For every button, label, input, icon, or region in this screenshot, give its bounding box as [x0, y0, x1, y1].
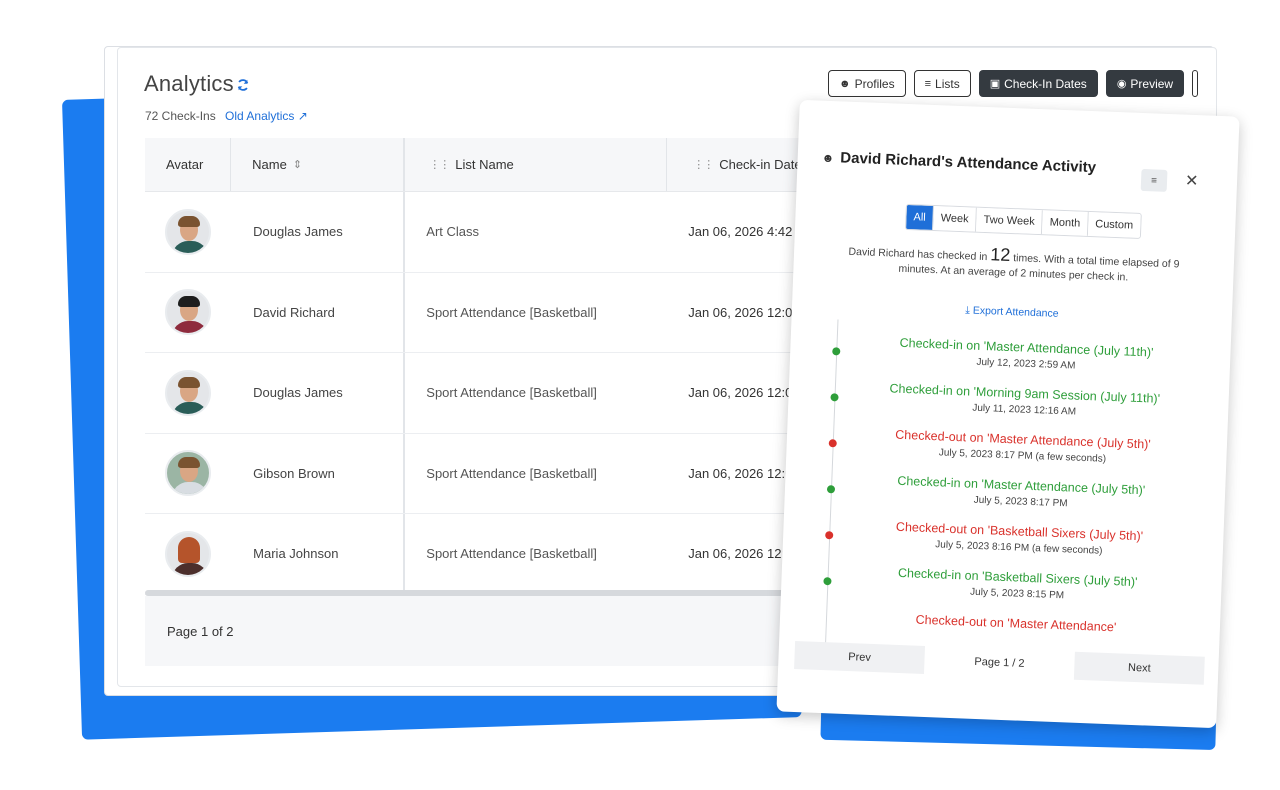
checked-in-dot-icon — [832, 347, 841, 356]
table-footer: Page 1 of 2 — [145, 596, 865, 666]
segment-all[interactable]: All — [906, 204, 935, 230]
avatar-cell — [145, 208, 231, 255]
checked-out-dot-icon — [825, 531, 834, 540]
next-button[interactable]: Next — [1073, 651, 1205, 685]
column-header-name[interactable]: Name ⇕ — [231, 138, 406, 191]
attendance-summary: David Richard has checked in 12 times. W… — [833, 241, 1194, 288]
checked-in-dot-icon — [826, 485, 836, 494]
table-row[interactable]: Maria Johnson Sport Attendance [Basketba… — [145, 514, 865, 595]
filter-icon: ≡ — [924, 77, 932, 90]
prev-button[interactable]: Prev — [794, 640, 926, 674]
list-cell: Sport Attendance [Basketball] — [426, 304, 597, 320]
timeline-item: Checked-in on 'Basketball Sixers (July 5… — [817, 563, 1198, 607]
table-row[interactable]: David Richard Sport Attendance [Basketba… — [145, 272, 865, 353]
timeline-item: Checked-in on 'Master Attendance (July 1… — [826, 333, 1207, 377]
close-icon[interactable]: ✕ — [1185, 171, 1199, 191]
avatar-cell — [145, 369, 231, 416]
column-header-list-name[interactable]: ⋮⋮ List Name — [405, 138, 668, 191]
eye-icon: ◉ — [1116, 78, 1127, 90]
segment-month[interactable]: Month — [1042, 210, 1089, 236]
sort-icon[interactable]: ⇕ — [293, 158, 302, 171]
list-cell: Sport Attendance [Basketball] — [426, 546, 597, 562]
drag-handle-icon[interactable]: ⋮⋮ — [429, 158, 450, 171]
table-row[interactable]: Gibson Brown Sport Attendance [Basketbal… — [145, 433, 865, 514]
page-indicator: Page 1 / 2 — [974, 655, 1025, 670]
column-header-list-name-label: List Name — [455, 157, 514, 172]
checkin-dates-button[interactable]: ▣ Check-In Dates — [978, 70, 1098, 97]
old-analytics-link[interactable]: Old Analytics ↗ — [225, 109, 308, 123]
download-icon: ⤓ — [965, 304, 971, 317]
activity-timeline: Checked-in on 'Master Attendance (July 1… — [815, 319, 1207, 663]
panel-title: David Richard's Attendance Activity — [840, 149, 1097, 177]
preview-button[interactable]: ◉ Preview — [1105, 70, 1185, 97]
checked-in-dot-icon — [830, 393, 839, 402]
column-header-name-label: Name — [252, 157, 287, 172]
checked-in-dot-icon — [823, 577, 832, 586]
name-cell: Douglas James — [231, 353, 406, 433]
checkins-count: 72 Check-Ins — [145, 109, 216, 123]
attendance-activity-panel: ☻ David Richard's Attendance Activity ≡ … — [776, 99, 1240, 729]
timeline-item: Checked-out on 'Basketball Sixers (July … — [819, 517, 1200, 561]
calendar-icon: ▣ — [989, 78, 1001, 90]
avatar — [165, 450, 211, 497]
segment-week[interactable]: Week — [933, 206, 978, 232]
person-icon: ☻ — [821, 150, 835, 165]
toolbar: ☻ Profiles ≡ Lists ▣ Check-In Dates ◉ Pr… — [828, 70, 1199, 97]
timeline-item: Checked-in on 'Master Attendance (July 5… — [821, 471, 1202, 515]
timeline-item: Checked-out on 'Master Attendance (July … — [822, 425, 1203, 469]
more-button[interactable] — [1192, 70, 1199, 97]
drag-handle-icon[interactable]: ⋮⋮ — [693, 158, 714, 171]
profiles-button-label: Profiles — [854, 76, 895, 91]
avatar-cell — [145, 450, 231, 497]
summary-prefix: David Richard has checked in — [848, 245, 988, 264]
meta-row: 72 Check-Ins Old Analytics ↗ — [145, 109, 308, 123]
checked-out-dot-icon — [828, 439, 837, 448]
column-header-avatar-label: Avatar — [166, 157, 204, 172]
avatar-cell — [145, 530, 231, 577]
lists-button[interactable]: ≡ Lists — [913, 70, 971, 97]
profiles-button[interactable]: ☻ Profiles — [828, 70, 906, 97]
list-cell: Art Class — [426, 224, 480, 240]
name-cell: David Richard — [231, 272, 406, 352]
timeline-item: Checked-in on 'Morning 9am Session (July… — [824, 379, 1205, 423]
list-cell: Sport Attendance [Basketball] — [426, 385, 597, 401]
summary-count: 12 — [990, 244, 1011, 265]
checkins-table: Avatar Name ⇕ ⋮⋮ List Name ⋮⋮ Check-in D… — [145, 138, 865, 666]
timeline-item: Checked-out on 'Master Attendance' — [816, 609, 1196, 638]
timeline-event-text: Checked-out on 'Master Attendance' — [915, 612, 1117, 635]
column-header-avatar: Avatar — [145, 138, 232, 191]
list-cell: Sport Attendance [Basketball] — [426, 465, 597, 481]
avatar — [165, 530, 211, 577]
pagination-label: Page 1 of 2 — [167, 623, 234, 639]
avatar — [165, 369, 211, 416]
avatar-cell — [145, 289, 231, 336]
filter-icon: ≡ — [1150, 174, 1158, 187]
checkin-dates-button-label: Check-In Dates — [1004, 76, 1087, 91]
period-segmented-control: All Week Two Week Month Custom — [904, 203, 1142, 239]
person-icon: ☻ — [839, 77, 851, 90]
page-title: Analytics — [144, 71, 234, 96]
refresh-icon[interactable] — [236, 78, 250, 92]
table-row[interactable]: Douglas James Art Class Jan 06, 2026 4:4… — [145, 192, 865, 273]
lists-button-label: Lists — [935, 76, 960, 91]
segment-custom[interactable]: Custom — [1087, 211, 1141, 238]
avatar — [165, 289, 211, 336]
export-attendance-label: Export Attendance — [972, 304, 1059, 320]
segment-two-week[interactable]: Two Week — [976, 207, 1044, 235]
name-cell: Maria Johnson — [231, 514, 406, 594]
avatar — [165, 208, 211, 255]
name-cell: Gibson Brown — [231, 433, 406, 513]
preview-button-label: Preview — [1130, 76, 1174, 91]
table-header: Avatar Name ⇕ ⋮⋮ List Name ⋮⋮ Check-in D… — [145, 138, 865, 192]
column-header-checkin-date-label: Check-in Date — [719, 157, 802, 172]
name-cell: Douglas James — [231, 192, 406, 272]
stage: Analytics 72 Check-Ins Old Analytics ↗ ☻… — [0, 0, 1280, 790]
filter-button[interactable]: ≡ — [1140, 168, 1168, 192]
table-row[interactable]: Douglas James Sport Attendance [Basketba… — [145, 353, 865, 434]
